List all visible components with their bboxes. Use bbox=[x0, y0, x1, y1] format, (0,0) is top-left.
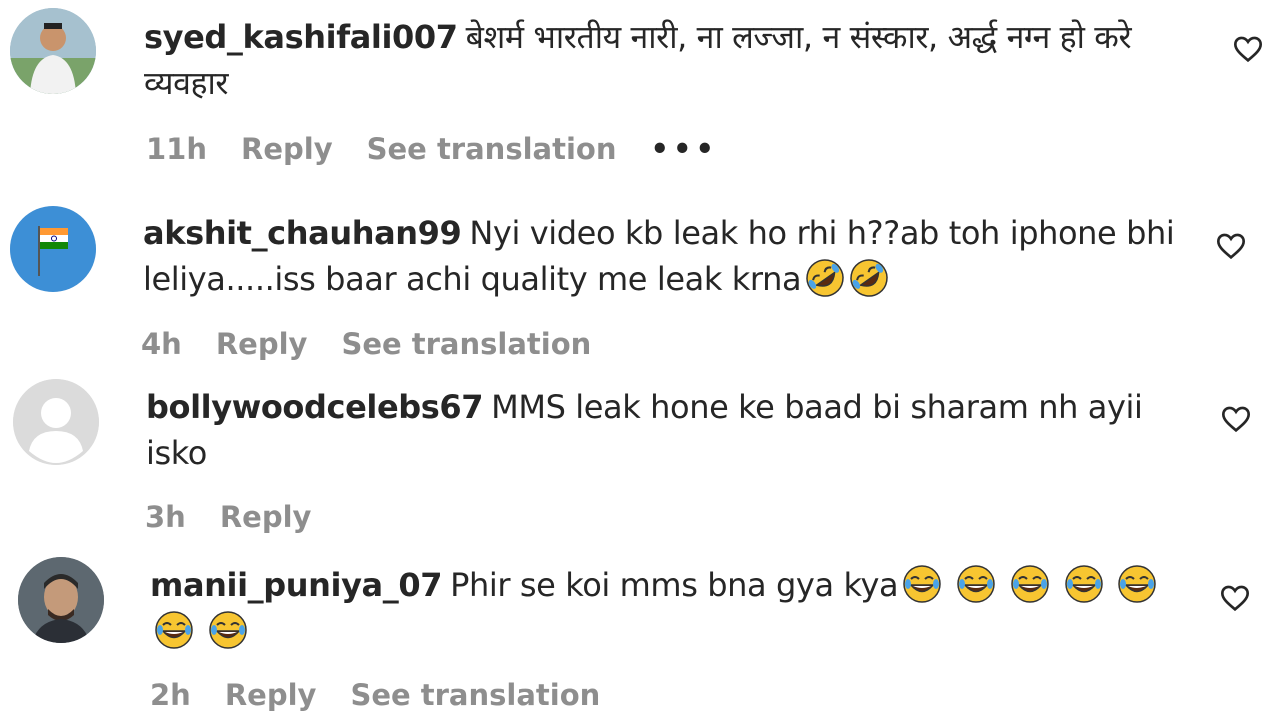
heart-outline-icon[interactable] bbox=[1218, 582, 1252, 614]
joy-emoji bbox=[1064, 564, 1104, 604]
comment-text: bollywoodcelebs67 MMS leak hone ke baad b… bbox=[146, 384, 1186, 476]
see-translation-button[interactable]: See translation bbox=[350, 678, 600, 712]
comment-timestamp[interactable]: 2h bbox=[150, 678, 191, 712]
joy-emoji bbox=[1010, 564, 1050, 604]
comment-actions: 4h Reply See translation bbox=[141, 327, 591, 361]
avatar[interactable] bbox=[10, 8, 96, 94]
comment-timestamp[interactable]: 4h bbox=[141, 327, 182, 361]
comment-text: akshit_chauhan99 Nyi video kb leak ho rhi… bbox=[143, 210, 1193, 302]
reply-button[interactable]: Reply bbox=[220, 500, 312, 534]
comment-actions: 3h Reply bbox=[145, 500, 311, 534]
comment-username[interactable]: bollywoodcelebs67 bbox=[146, 388, 484, 426]
avatar[interactable] bbox=[18, 557, 104, 643]
comment-actions: 2h Reply See translation bbox=[150, 678, 600, 712]
joy-emoji bbox=[154, 610, 194, 650]
comment-text: manii_puniya_07 Phir se koi mms bna gya k… bbox=[150, 562, 1190, 654]
joy-emoji bbox=[902, 564, 942, 604]
comment-text: syed_kashifali007 बेशर्म भारतीय नारी, ना … bbox=[144, 14, 1204, 106]
reply-button[interactable]: Reply bbox=[241, 132, 333, 166]
reply-button[interactable]: Reply bbox=[216, 327, 308, 361]
heart-outline-icon[interactable] bbox=[1231, 33, 1265, 65]
reply-button[interactable]: Reply bbox=[225, 678, 317, 712]
comment-body: Phir se koi mms bna gya kya bbox=[450, 566, 899, 604]
avatar[interactable] bbox=[13, 379, 99, 465]
comment-username[interactable]: syed_kashifali007 bbox=[144, 18, 458, 56]
joy-emoji bbox=[956, 564, 996, 604]
see-translation-button[interactable]: See translation bbox=[341, 327, 591, 361]
rofl-emoji bbox=[849, 258, 889, 298]
comment-timestamp[interactable]: 3h bbox=[145, 500, 186, 534]
comment-username[interactable]: manii_puniya_07 bbox=[150, 566, 442, 604]
joy-emoji bbox=[1117, 564, 1157, 604]
more-options-icon[interactable]: ••• bbox=[650, 132, 718, 166]
comment-actions: 11h Reply See translation ••• bbox=[146, 132, 718, 166]
comment-username[interactable]: akshit_chauhan99 bbox=[143, 214, 462, 252]
joy-emoji bbox=[208, 610, 248, 650]
avatar[interactable] bbox=[10, 206, 96, 292]
see-translation-button[interactable]: See translation bbox=[367, 132, 617, 166]
heart-outline-icon[interactable] bbox=[1214, 230, 1248, 262]
rofl-emoji bbox=[805, 258, 845, 298]
heart-outline-icon[interactable] bbox=[1219, 403, 1253, 435]
comment-timestamp[interactable]: 11h bbox=[146, 132, 207, 166]
